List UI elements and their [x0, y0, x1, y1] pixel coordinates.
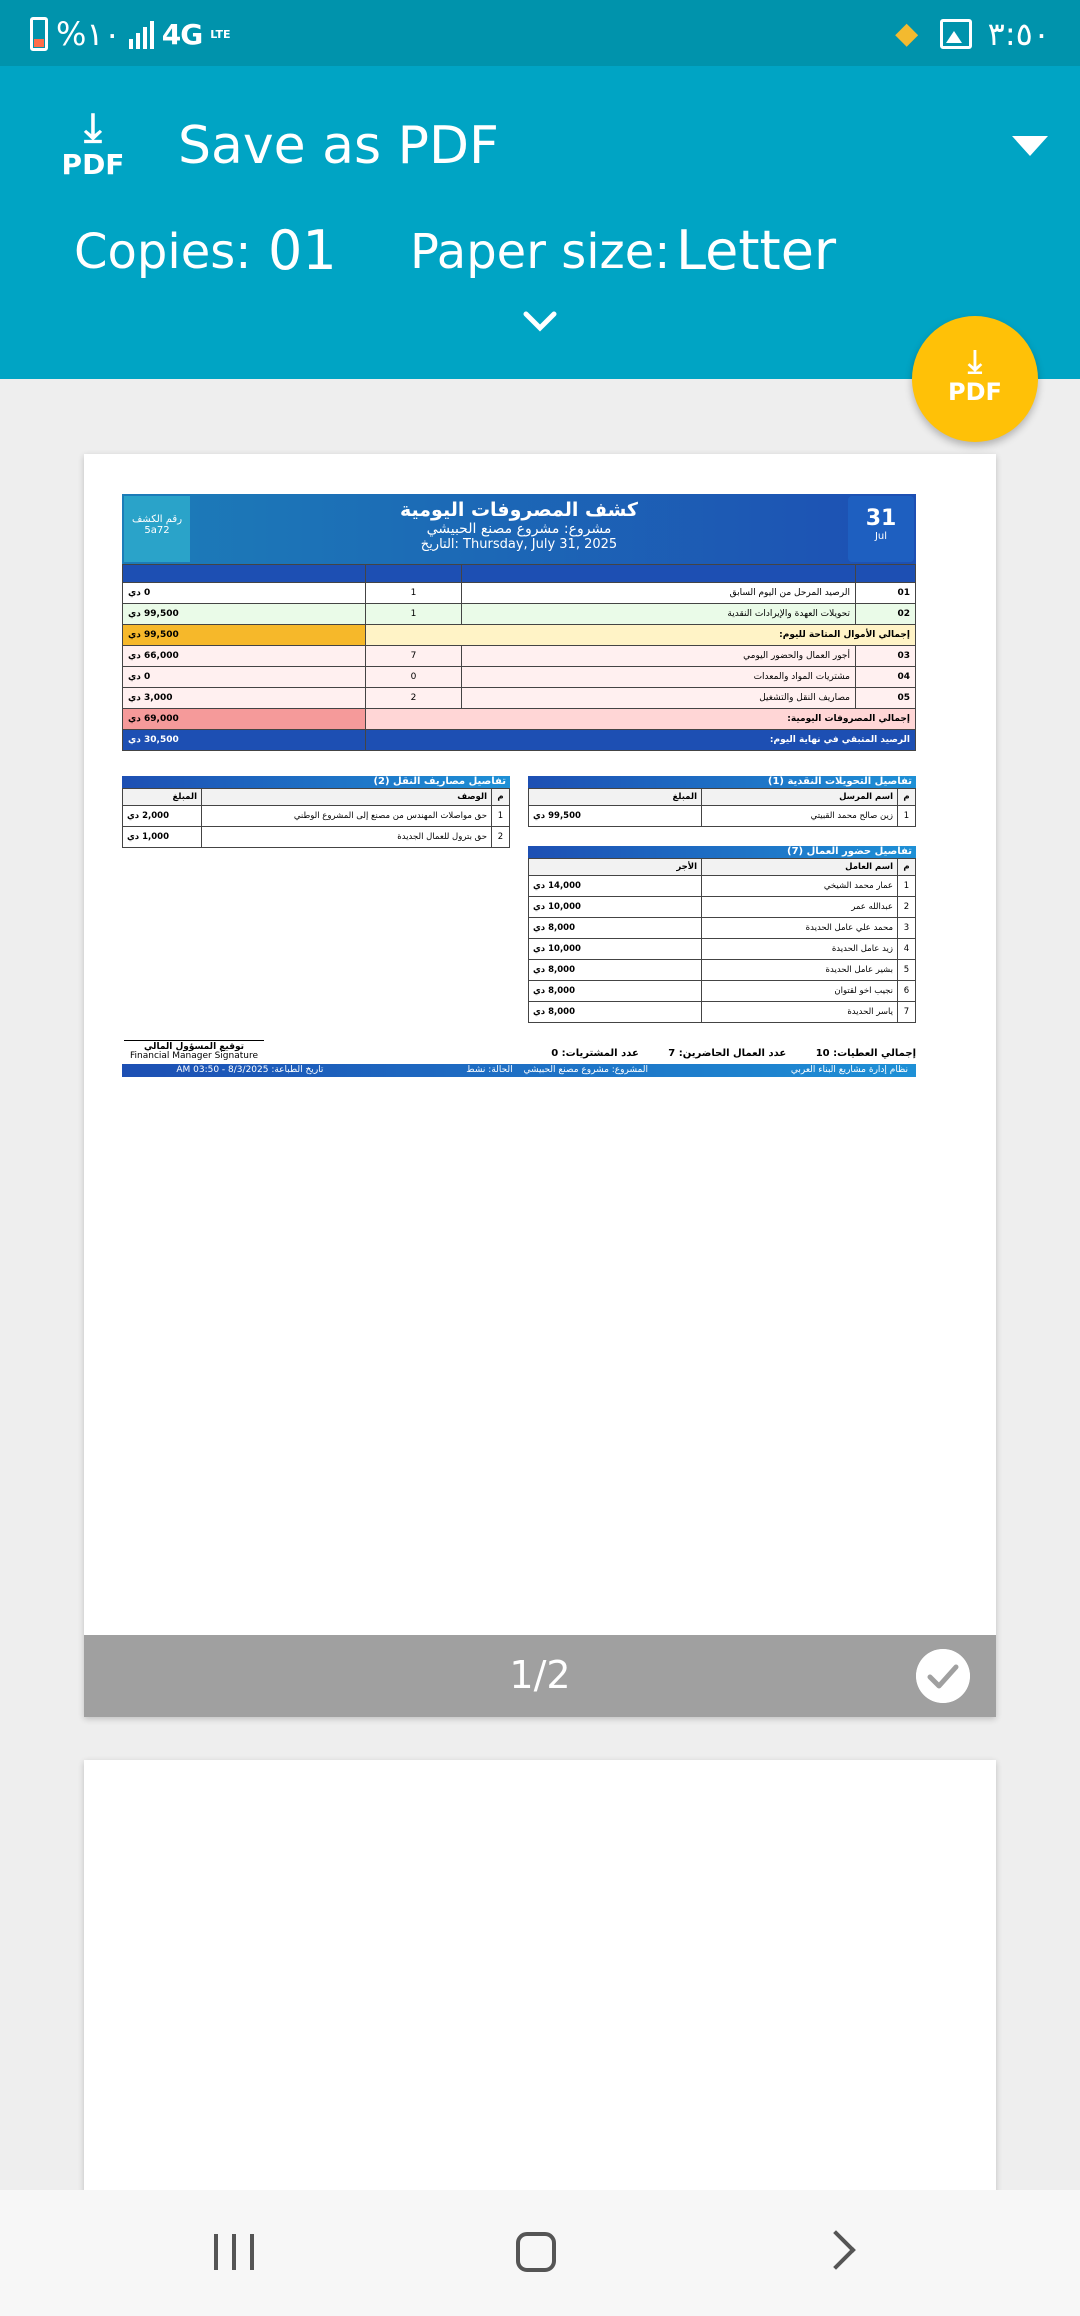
pdf-printer-icon: ⤓ PDF	[61, 105, 125, 181]
signal-icon	[128, 19, 154, 49]
clock: ٣:٥٠	[987, 15, 1050, 53]
page-preview-1[interactable]: رقم الكشف 5a72 كشف المصروفات اليومية مشر…	[84, 454, 996, 1717]
recent-apps-icon[interactable]	[214, 2234, 254, 2270]
download-pdf-button[interactable]: ⤓ PDF	[912, 316, 1038, 442]
summary-row: 01 الرصيد المرحل من اليوم السابق 1 0 دي	[122, 582, 916, 604]
navigation-bar	[0, 2190, 1080, 2316]
network-type: 4G	[161, 17, 203, 51]
home-icon[interactable]	[516, 2232, 556, 2272]
summary-row: الرصيد المتبقي في نهاية اليوم: 30,500 دي	[122, 729, 916, 751]
printer-selector[interactable]: Save as PDF	[178, 116, 499, 176]
table-row: 4 زيد عامل الحديدة 10,000 دي	[528, 938, 916, 960]
section-title: تفاصيل التحويلات النقدية (1)	[528, 776, 916, 788]
table-row: 1 حق مواصلات المهندس من مصنع إلى المشروع…	[122, 805, 510, 827]
transport-section: تفاصيل مصاريف النقل (2) م الوصف المبلغ 1…	[122, 776, 510, 848]
summary-table: 01 الرصيد المرحل من اليوم السابق 1 0 دي 0…	[122, 564, 916, 751]
report-project: مشروع: مشروع مصنع الحبيشي	[426, 521, 612, 537]
section-title: تفاصيل مصاريف النقل (2)	[122, 776, 510, 788]
summary-row: 05 مصاريف النقل والتشغيل 2 3,000 دي	[122, 687, 916, 709]
printer-dropdown-icon[interactable]	[1012, 136, 1048, 156]
report-footer: نظام إدارة مشاريع البناء العربي المشروع:…	[122, 1064, 916, 1077]
print-options-header: ⤓ PDF Save as PDF Copies: 01 Paper size:…	[0, 66, 1080, 379]
table-row: 5 بشير عامل الحديدة 8,000 دي	[528, 959, 916, 981]
date-badge: 31 Jul	[848, 496, 914, 562]
page-indicator: 1/2	[509, 1653, 571, 1697]
copies-label: Copies:	[74, 224, 252, 280]
battery-percent: %١٠	[56, 15, 121, 53]
binance-icon: ◆	[895, 16, 919, 51]
table-row: 2 حق بترول للعمال الجديدة 1,000 دي	[122, 826, 510, 848]
table-row: 2 عبدالله عمر 10,000 دي	[528, 896, 916, 918]
summary-row: إجمالي الأموال المتاحة لليوم: 99,500 دي	[122, 624, 916, 646]
signature-block: توقيع المسؤول المالي Financial Manager S…	[124, 1040, 264, 1061]
paper-size-value[interactable]: Letter	[676, 219, 836, 282]
page-preview-2[interactable]	[84, 1760, 996, 2200]
summary-row: إجمالي المصروفات اليومية: 69,000 دي	[122, 708, 916, 730]
workers-section: تفاصيل حضور العمال (7) م اسم العامل الأج…	[528, 846, 916, 1023]
summary-row: 03 أجور العمال والحضور اليومي 7 66,000 د…	[122, 645, 916, 667]
download-icon: ⤓	[967, 342, 983, 380]
report-header: رقم الكشف 5a72 كشف المصروفات اليومية مشر…	[122, 494, 916, 564]
status-right: ◆ ٣:٥٠	[890, 14, 1050, 54]
transfers-section: تفاصيل التحويلات النقدية (1) م اسم المرس…	[528, 776, 916, 827]
table-row: 1 زين صالح محمد القبيتي 99,500 دي	[528, 805, 916, 827]
report-date: التاريخ: Thursday, July 31, 2025	[420, 537, 618, 552]
table-row: 6 نجيب اخو لقتوان 8,000 دي	[528, 980, 916, 1002]
summary-row: 04 مشتريات المواد والمعدات 0 0 دي	[122, 666, 916, 688]
table-row: 7 ياسر الحديدة 8,000 دي	[528, 1001, 916, 1023]
network-sub: LTE	[210, 27, 231, 41]
page-selection-bar[interactable]: 1/2	[84, 1635, 996, 1717]
expense-report: رقم الكشف 5a72 كشف المصروفات اليومية مشر…	[122, 494, 916, 1077]
total-workers: عدد العمال الحاضرين: 7	[668, 1048, 787, 1059]
summary-row: 02 تحويلات العهدة والإيرادات النقدية 1 9…	[122, 603, 916, 625]
status-bar: %١٠ 4G LTE ◆ ٣:٥٠	[0, 0, 1080, 66]
total-transfers: إجمالي العطيات: 10	[815, 1048, 916, 1059]
status-left: %١٠ 4G LTE	[30, 14, 230, 54]
copies-value[interactable]: 01	[268, 219, 337, 282]
page-selected-check-icon[interactable]	[916, 1649, 970, 1703]
total-purchases: عدد المشتريات: 0	[551, 1048, 639, 1059]
back-icon[interactable]	[816, 2230, 856, 2270]
table-row: 3 محمد علي عامل الحديدة 8,000 دي	[528, 917, 916, 939]
sheet-number-box: رقم الكشف 5a72	[124, 496, 190, 562]
image-notification-icon	[939, 19, 972, 49]
battery-icon	[30, 17, 48, 51]
expand-options-icon[interactable]	[518, 306, 562, 336]
section-title: تفاصيل حضور العمال (7)	[528, 846, 916, 858]
report-title: كشف المصروفات اليومية	[399, 499, 638, 521]
table-row: 1 عمار محمد الشيخي 14,000 دي	[528, 875, 916, 897]
paper-size-label: Paper size:	[410, 224, 671, 280]
